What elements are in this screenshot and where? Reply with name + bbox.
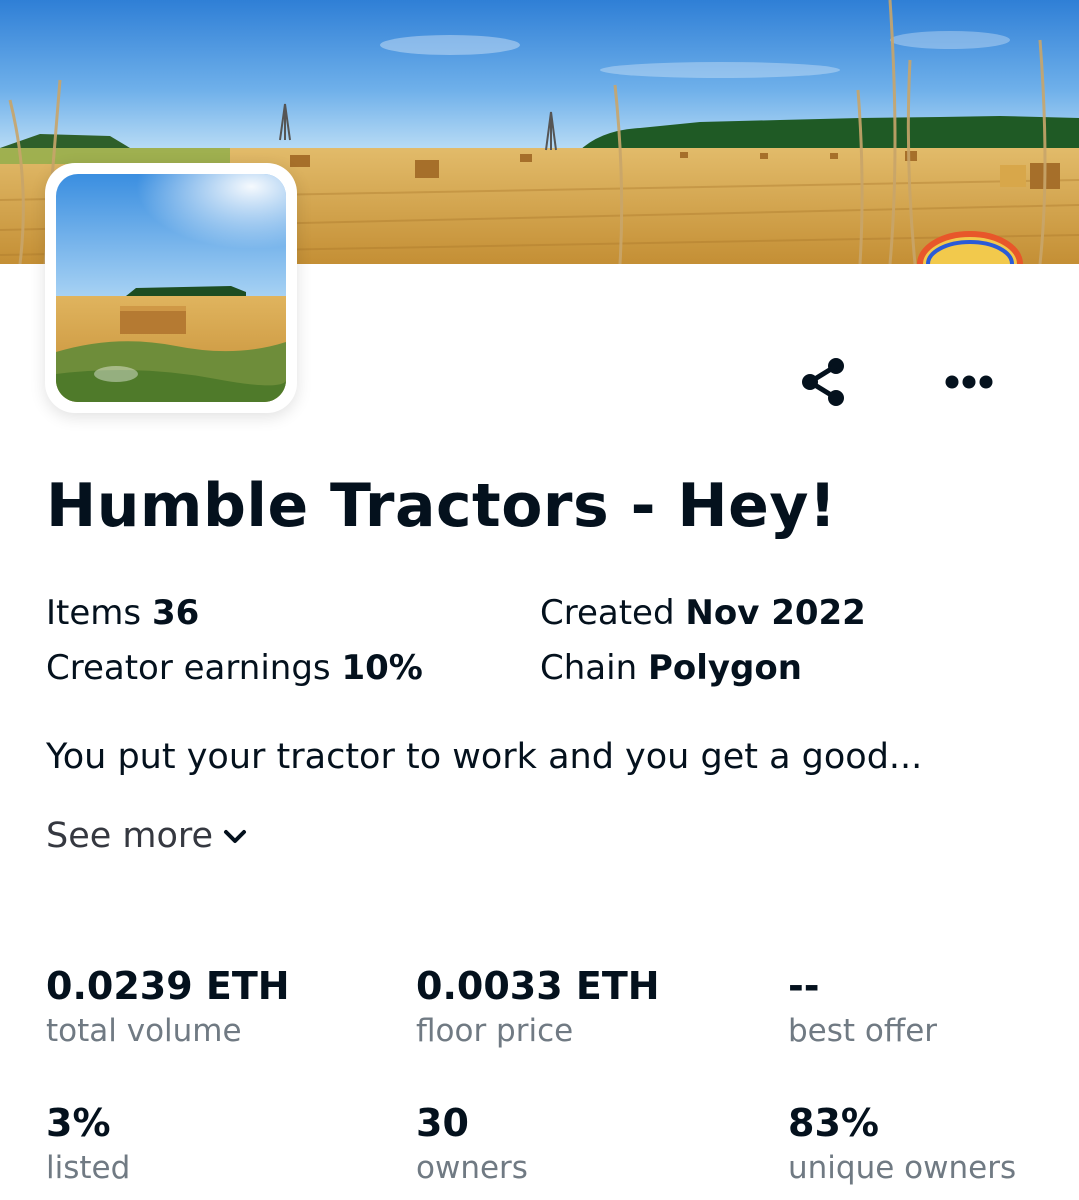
share-button[interactable] bbox=[794, 352, 854, 412]
creator-earnings: Creator earnings 10% bbox=[46, 644, 423, 692]
earnings-label: Creator earnings bbox=[46, 648, 331, 688]
see-more-button[interactable]: See more bbox=[46, 811, 247, 861]
collection-description: You put your tractor to work and you get… bbox=[46, 737, 923, 777]
collection-title: Humble Tractors - Hey! bbox=[46, 471, 837, 541]
collection-avatar bbox=[45, 163, 297, 413]
stat-value: 30 bbox=[416, 1101, 469, 1145]
chevron-down-icon bbox=[224, 830, 247, 843]
created-label: Created bbox=[540, 593, 675, 633]
stat-label: total volume bbox=[46, 1013, 242, 1049]
stat-value: 0.0033 ETH bbox=[416, 964, 660, 1008]
see-more-label: See more bbox=[46, 816, 214, 856]
stat-value: 83% bbox=[788, 1101, 879, 1145]
stat-value: 3% bbox=[46, 1101, 111, 1145]
created-value: Nov 2022 bbox=[685, 593, 866, 633]
stat-best-offer: -- best offer bbox=[788, 962, 937, 1052]
more-options-button[interactable] bbox=[938, 352, 1000, 412]
share-icon bbox=[802, 358, 844, 406]
chain-label: Chain bbox=[540, 648, 638, 688]
stat-label: unique owners bbox=[788, 1150, 1017, 1186]
created-date: Created Nov 2022 bbox=[540, 589, 866, 637]
stat-total-volume: 0.0239 ETH total volume bbox=[46, 962, 290, 1052]
stat-floor-price: 0.0033 ETH floor price bbox=[416, 962, 660, 1052]
more-horizontal-icon bbox=[945, 375, 993, 389]
stat-listed: 3% listed bbox=[46, 1099, 130, 1189]
collection-avatar-image bbox=[56, 174, 286, 402]
items-value: 36 bbox=[151, 593, 200, 633]
earnings-value: 10% bbox=[341, 648, 423, 688]
items-label: Items bbox=[46, 593, 142, 633]
chain: Chain Polygon bbox=[540, 644, 802, 692]
stat-owners: 30 owners bbox=[416, 1099, 528, 1189]
stat-unique-owners: 83% unique owners bbox=[788, 1099, 1016, 1189]
stat-label: floor price bbox=[416, 1013, 574, 1049]
items-count: Items 36 bbox=[46, 589, 199, 637]
stat-value: -- bbox=[788, 964, 820, 1008]
stat-label: owners bbox=[416, 1150, 528, 1186]
stat-label: listed bbox=[46, 1150, 131, 1186]
stat-value: 0.0239 ETH bbox=[46, 964, 290, 1008]
chain-value: Polygon bbox=[647, 648, 802, 688]
stat-label: best offer bbox=[788, 1013, 938, 1049]
